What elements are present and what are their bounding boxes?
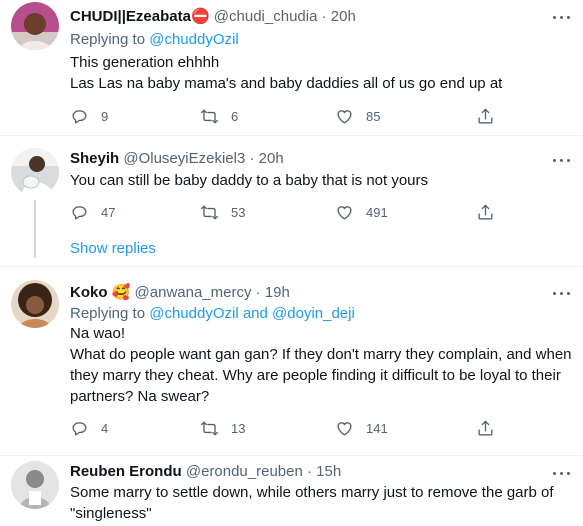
user-handle[interactable]: @erondu_reuben	[186, 463, 303, 480]
like-count: 85	[366, 108, 381, 124]
reply-icon	[72, 109, 87, 124]
timestamp[interactable]: 20h	[331, 8, 356, 25]
reply-icon	[72, 205, 87, 220]
like-count: 491	[366, 204, 388, 220]
retweet-count: 6	[231, 108, 239, 124]
display-name[interactable]: Koko	[70, 284, 108, 301]
retweet-count: 13	[231, 420, 246, 436]
display-name[interactable]: Reuben Erondu	[70, 463, 182, 480]
avatar[interactable]	[11, 2, 59, 50]
replying-and: and	[242, 305, 268, 322]
reply-button[interactable]: 4	[70, 418, 108, 438]
tweet-header: Reuben Erondu @erondu_reuben · 15h	[70, 463, 341, 480]
retweet-button[interactable]: 53	[200, 202, 245, 222]
timestamp[interactable]: 19h	[265, 284, 290, 301]
mention-link[interactable]: @chuddyOzil	[149, 305, 238, 322]
tweet-text-line: Na wao!	[70, 325, 126, 342]
timestamp[interactable]: 15h	[316, 463, 341, 480]
display-name[interactable]: Sheyih	[70, 150, 119, 167]
more-icon[interactable]	[553, 471, 571, 477]
replying-to-label: Replying to	[70, 305, 146, 322]
tweet-text: You can still be baby daddy to a baby th…	[70, 170, 575, 191]
more-icon[interactable]	[553, 158, 571, 164]
share-icon	[478, 204, 493, 220]
share-icon	[478, 420, 493, 436]
retweet-icon	[200, 420, 219, 436]
heart-icon	[337, 205, 352, 220]
more-icon[interactable]	[553, 291, 571, 297]
display-name[interactable]: CHUDI||Ezeabata	[70, 8, 191, 25]
smiling-hearts-emoji-icon: 🥰	[111, 284, 131, 301]
reply-count: 4	[101, 420, 109, 436]
replying-to: Replying to @chuddyOzil and @doyin_deji	[70, 305, 355, 322]
heart-icon	[337, 109, 352, 124]
avatar[interactable]	[11, 461, 59, 509]
tweet-sheyih[interactable]: Sheyih @OluseyiEzekiel3 · 20h You can st…	[0, 136, 583, 264]
tweet-chudi[interactable]: CHUDI||Ezeabata⛔ @chudi_chudia · 20h Rep…	[0, 0, 583, 135]
avatar[interactable]	[11, 148, 59, 196]
show-replies-link[interactable]: Show replies	[70, 240, 156, 257]
user-handle[interactable]: @chudi_chudia	[214, 8, 318, 25]
more-icon[interactable]	[553, 15, 571, 21]
tweet-actions: 4 13 141	[70, 418, 570, 438]
like-count: 141	[366, 420, 388, 436]
tweet-text-line: This generation ehhhh	[70, 54, 220, 71]
replying-to-label: Replying to	[70, 31, 146, 48]
avatar[interactable]	[11, 280, 59, 328]
retweet-icon	[200, 108, 219, 124]
heart-icon	[337, 421, 352, 436]
tweet-text-line: You can still be baby daddy to a baby th…	[70, 172, 429, 189]
separator-dot: ·	[249, 150, 255, 167]
tweet-text: Na wao! What do people want gan gan? If …	[70, 323, 575, 407]
retweet-button[interactable]: 6	[200, 106, 238, 126]
reply-count: 47	[101, 204, 116, 220]
separator-dot: ·	[307, 463, 312, 480]
like-button[interactable]: 491	[335, 202, 388, 222]
tweet-text-line: Some marry to settle down, while others …	[70, 484, 554, 522]
tweet-header: Koko 🥰 @anwana_mercy · 19h	[70, 283, 290, 301]
no-entry-emoji-icon: ⛔	[190, 8, 210, 25]
tweet-actions: 9 6 85	[70, 106, 570, 126]
share-button[interactable]	[476, 202, 507, 222]
reply-button[interactable]: 9	[70, 106, 108, 126]
timestamp[interactable]: 20h	[259, 150, 284, 167]
mention-link[interactable]: @chuddyOzil	[149, 31, 238, 48]
like-button[interactable]: 85	[335, 106, 380, 126]
tweet-header: CHUDI||Ezeabata⛔ @chudi_chudia · 20h	[70, 7, 356, 25]
mention-link[interactable]: @doyin_deji	[272, 305, 355, 322]
tweet-text: This generation ehhhh Las Las na baby ma…	[70, 52, 575, 94]
user-handle[interactable]: @anwana_mercy	[135, 284, 252, 301]
separator-dot: ·	[255, 284, 261, 301]
reply-icon	[72, 421, 87, 436]
thread-line	[34, 200, 36, 258]
tweet-reuben[interactable]: Reuben Erondu @erondu_reuben · 15h Some …	[0, 456, 583, 526]
retweet-button[interactable]: 13	[200, 418, 245, 438]
tweet-header: Sheyih @OluseyiEzekiel3 · 20h	[70, 150, 284, 167]
reply-count: 9	[101, 108, 109, 124]
like-button[interactable]: 141	[335, 418, 388, 438]
user-handle[interactable]: @OluseyiEzekiel3	[123, 150, 245, 167]
tweet-text-line: What do people want gan gan? If they don…	[70, 346, 572, 405]
tweet-actions: 47 53 491	[70, 202, 570, 222]
share-button[interactable]	[476, 418, 507, 438]
separator-dot: ·	[321, 8, 327, 25]
replying-to: Replying to @chuddyOzil	[70, 31, 239, 48]
tweet-text: Some marry to settle down, while others …	[70, 482, 575, 524]
retweet-count: 53	[231, 204, 246, 220]
tweet-koko[interactable]: Koko 🥰 @anwana_mercy · 19h Replying to @…	[0, 267, 583, 454]
retweet-icon	[200, 204, 219, 220]
share-icon	[478, 108, 493, 124]
share-button[interactable]	[476, 106, 507, 126]
tweet-text-line: Las Las na baby mama's and baby daddies …	[70, 75, 503, 92]
reply-button[interactable]: 47	[70, 202, 115, 222]
